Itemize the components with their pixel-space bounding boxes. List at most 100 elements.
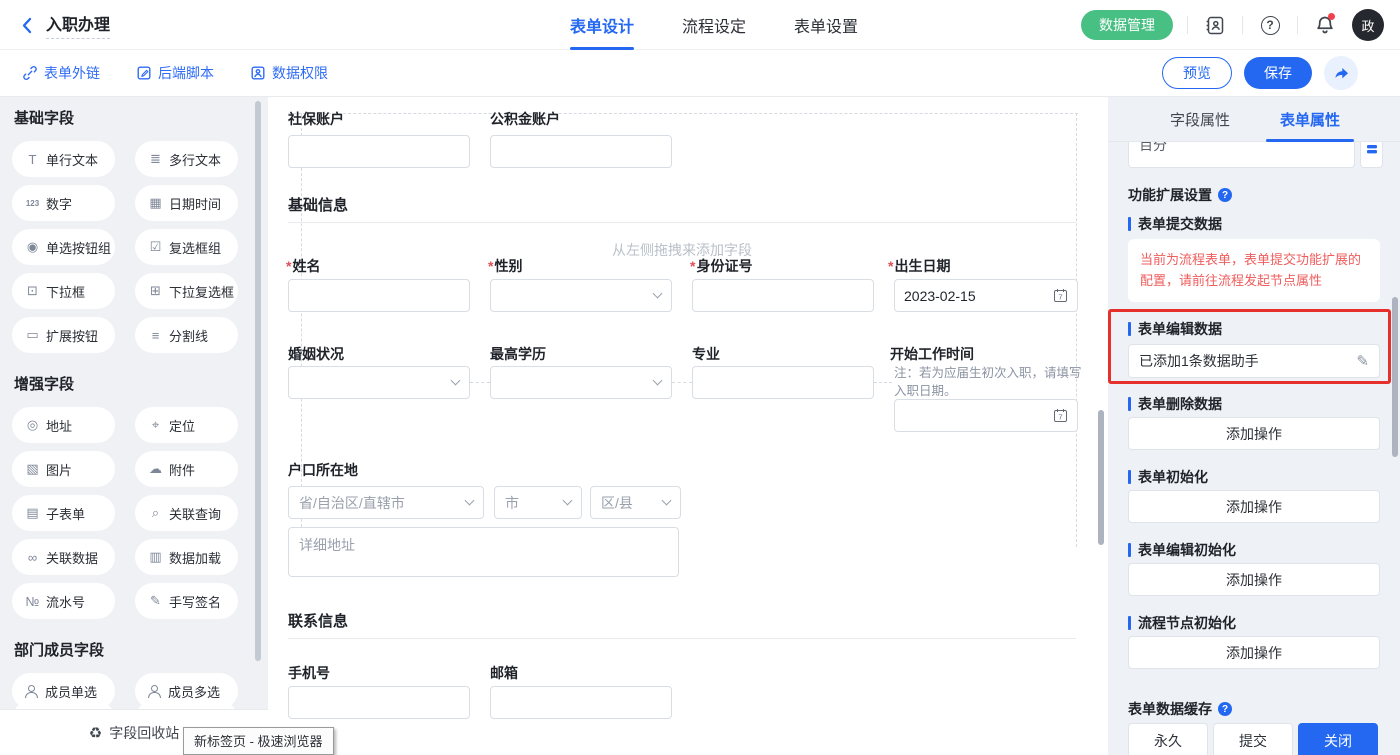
contacts-icon[interactable] — [1202, 12, 1228, 38]
data-permission-link[interactable]: 数据权限 — [250, 63, 328, 83]
work-start-date-picker[interactable]: 7 — [894, 399, 1078, 432]
housing-fund-input[interactable] — [490, 135, 672, 168]
city-select[interactable]: 市 — [494, 486, 582, 519]
add-action-button-flow-node-init[interactable]: 添加操作 — [1128, 636, 1380, 669]
field-pill-checkbox-group[interactable]: ☑复选框组 — [135, 229, 238, 265]
sidebar-scrollbar[interactable] — [255, 101, 261, 661]
field-pill-linked-query[interactable]: ⌕关联查询 — [135, 495, 238, 531]
field-pill-multi-dropdown[interactable]: ⊞下拉复选框 — [135, 273, 238, 309]
serial-number-icon: № — [24, 594, 41, 609]
help-icon[interactable]: ? — [1218, 702, 1232, 716]
edit-data-value-box[interactable]: 已添加1条数据助手 ✎ — [1128, 344, 1380, 378]
chevron-down-icon — [662, 496, 672, 506]
field-pill-image[interactable]: ▧图片 — [12, 451, 115, 487]
help-icon[interactable]: ? — [1218, 188, 1232, 202]
back-icon[interactable] — [20, 17, 34, 34]
field-pill-multi-line-text[interactable]: ≣多行文本 — [135, 141, 238, 177]
field-pill-attachment[interactable]: ☁附件 — [135, 451, 238, 487]
svg-text:7: 7 — [1058, 293, 1062, 302]
name-input[interactable] — [288, 279, 470, 312]
clipped-setting-input[interactable]: 百分 — [1128, 142, 1355, 168]
share-arrow-icon — [1333, 66, 1350, 81]
email-input[interactable] — [490, 686, 672, 719]
field-pill-dropdown[interactable]: ⊡下拉框 — [12, 273, 115, 309]
panel-scrollbar[interactable] — [1392, 297, 1398, 457]
field-pill-signature[interactable]: ✎手写签名 — [135, 583, 238, 619]
calendar-icon: 7 — [1053, 288, 1068, 303]
avatar[interactable]: 政 — [1352, 9, 1384, 41]
notification-bell-icon[interactable] — [1312, 12, 1338, 38]
gender-select[interactable] — [490, 279, 672, 312]
form-external-link[interactable]: 表单外链 — [22, 63, 100, 83]
major-input[interactable] — [692, 366, 874, 399]
field-pill-datetime[interactable]: ▦日期时间 — [135, 185, 238, 221]
field-pill-divider[interactable]: ≡分割线 — [135, 317, 238, 353]
field-pill-extend-button[interactable]: ▭扩展按钮 — [12, 317, 115, 353]
divider-icon: ≡ — [147, 328, 164, 343]
canvas-scrollbar[interactable] — [1098, 410, 1104, 545]
share-button[interactable] — [1324, 56, 1358, 90]
social-security-input[interactable] — [288, 135, 470, 168]
field-pill-linked-data[interactable]: ∞关联数据 — [12, 539, 115, 575]
svg-text:7: 7 — [1058, 413, 1062, 422]
data-manage-button[interactable]: 数据管理 — [1081, 10, 1173, 40]
required-marker: * — [488, 258, 493, 274]
add-action-button-init[interactable]: 添加操作 — [1128, 490, 1380, 523]
address-icon: ◎ — [24, 417, 41, 433]
section-form-edit-data: 表单编辑数据 — [1128, 319, 1222, 339]
add-action-button-delete[interactable]: 添加操作 — [1128, 417, 1380, 450]
recycle-icon: ♻ — [89, 724, 102, 742]
field-library-sidebar: 基础字段 T单行文本 ≣多行文本 123数字 ▦日期时间 ◉单选按钮组 ☑复选框… — [0, 97, 268, 755]
data-load-icon: ▥ — [147, 549, 164, 565]
save-button[interactable]: 保存 — [1244, 57, 1312, 89]
province-select[interactable]: 省/自治区/直辖市 — [288, 486, 484, 519]
tab-field-properties[interactable]: 字段属性 — [1170, 109, 1230, 130]
signature-icon: ✎ — [147, 593, 164, 609]
drop-guide — [1076, 113, 1077, 547]
section-heading-contact-info: 联系信息 — [288, 610, 348, 631]
field-label-email: 邮箱 — [490, 663, 518, 683]
location-icon: ⌖ — [147, 417, 164, 433]
calendar-icon: 7 — [1053, 408, 1068, 423]
district-select[interactable]: 区/县 — [590, 486, 681, 519]
field-pill-serial-number[interactable]: №流水号 — [12, 583, 115, 619]
field-label-social-security: 社保账户 — [288, 109, 344, 129]
detail-address-textarea[interactable] — [288, 527, 679, 577]
field-label-marriage: 婚姻状况 — [288, 344, 344, 364]
chevron-down-icon — [653, 376, 663, 386]
field-pill-data-load[interactable]: ▥数据加载 — [135, 539, 238, 575]
tab-form-setting[interactable]: 表单设置 — [792, 0, 860, 50]
cache-option-permanent[interactable]: 永久 — [1128, 723, 1208, 755]
add-action-button-edit-init[interactable]: 添加操作 — [1128, 563, 1380, 596]
field-pill-location[interactable]: ⌖定位 — [135, 407, 238, 443]
field-label-gender: *性别 — [488, 256, 522, 276]
help-icon[interactable]: ? — [1257, 12, 1283, 38]
field-pill-address[interactable]: ◎地址 — [12, 407, 115, 443]
field-pill-radio-group[interactable]: ◉单选按钮组 — [12, 229, 115, 265]
education-select[interactable] — [490, 366, 672, 399]
multi-line-text-icon: ≣ — [147, 151, 164, 167]
drag-hint-text: 从左侧拖拽来添加字段 — [288, 240, 1076, 260]
preview-button[interactable]: 预览 — [1162, 57, 1232, 89]
tab-flow-setting[interactable]: 流程设定 — [680, 0, 748, 50]
id-number-input[interactable] — [692, 279, 874, 312]
clipped-setting-button[interactable] — [1360, 142, 1383, 168]
form-canvas[interactable]: 社保账户 公积金账户 基础信息 从左侧拖拽来添加字段 *姓名 *性别 *身份证号… — [268, 97, 1108, 755]
field-label-major: 专业 — [692, 344, 720, 364]
tab-form-properties[interactable]: 表单属性 — [1280, 109, 1340, 130]
backend-script-link[interactable]: 后端脚本 — [136, 63, 214, 83]
cache-option-submit[interactable]: 提交 — [1213, 723, 1293, 755]
field-label-residence: 户口所在地 — [288, 460, 358, 480]
divider — [1187, 16, 1188, 34]
edit-pencil-icon[interactable]: ✎ — [1356, 352, 1369, 370]
field-pill-number[interactable]: 123数字 — [12, 185, 115, 221]
page-title[interactable]: 入职办理 — [46, 11, 110, 39]
birth-date-picker[interactable]: 2023-02-15 7 — [894, 279, 1078, 312]
cache-option-close[interactable]: 关闭 — [1298, 723, 1378, 755]
section-divider — [288, 222, 1076, 223]
phone-input[interactable] — [288, 686, 470, 719]
marriage-select[interactable] — [288, 366, 470, 399]
tab-form-design[interactable]: 表单设计 — [568, 0, 636, 50]
field-pill-subform[interactable]: ▤子表单 — [12, 495, 115, 531]
field-pill-single-line-text[interactable]: T单行文本 — [12, 141, 115, 177]
